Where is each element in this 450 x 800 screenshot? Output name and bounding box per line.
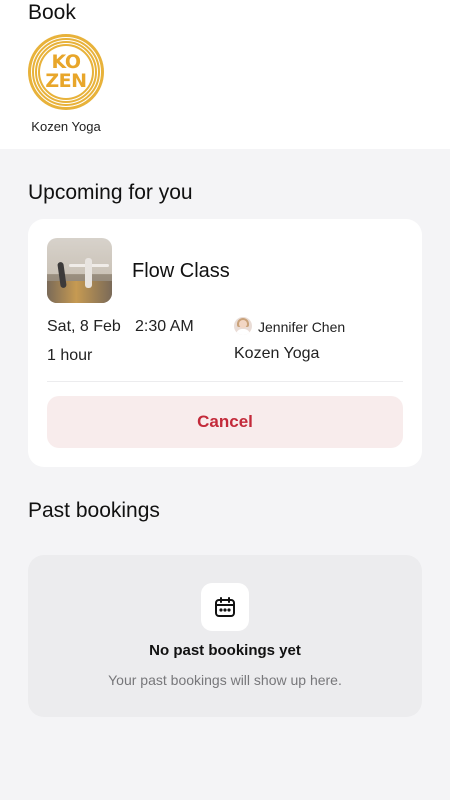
logo-text-line2: ZEN (45, 70, 87, 92)
card-divider (47, 381, 403, 382)
class-date: Sat, 8 Feb (47, 318, 121, 335)
past-bookings-empty-state: No past bookings yet Your past bookings … (28, 555, 422, 717)
past-bookings-title: Past bookings (28, 499, 160, 522)
studio-name: Kozen Yoga (31, 119, 101, 134)
upcoming-section-title: Upcoming for you (28, 181, 193, 204)
instructor-avatar (234, 317, 252, 335)
header: Book KO ZEN Kozen Yoga (0, 0, 450, 149)
page-title: Book (28, 1, 76, 24)
instructor-name: Jennifer Chen (258, 319, 346, 335)
class-location: Kozen Yoga (234, 345, 320, 362)
class-thumbnail (47, 238, 112, 303)
empty-state-title: No past bookings yet (149, 642, 301, 659)
studio-selector[interactable]: KO ZEN Kozen Yoga (26, 34, 106, 134)
cancel-button[interactable]: Cancel (47, 396, 403, 448)
empty-state-subtitle: Your past bookings will show up here. (108, 672, 342, 688)
booking-card[interactable]: Flow Class Sat, 8 Feb 2:30 AM 1 hour Jen… (28, 219, 422, 467)
studio-logo: KO ZEN (28, 34, 104, 110)
calendar-icon (201, 583, 249, 631)
class-duration: 1 hour (47, 347, 93, 364)
class-name: Flow Class (132, 260, 230, 282)
class-time: 2:30 AM (135, 318, 194, 335)
